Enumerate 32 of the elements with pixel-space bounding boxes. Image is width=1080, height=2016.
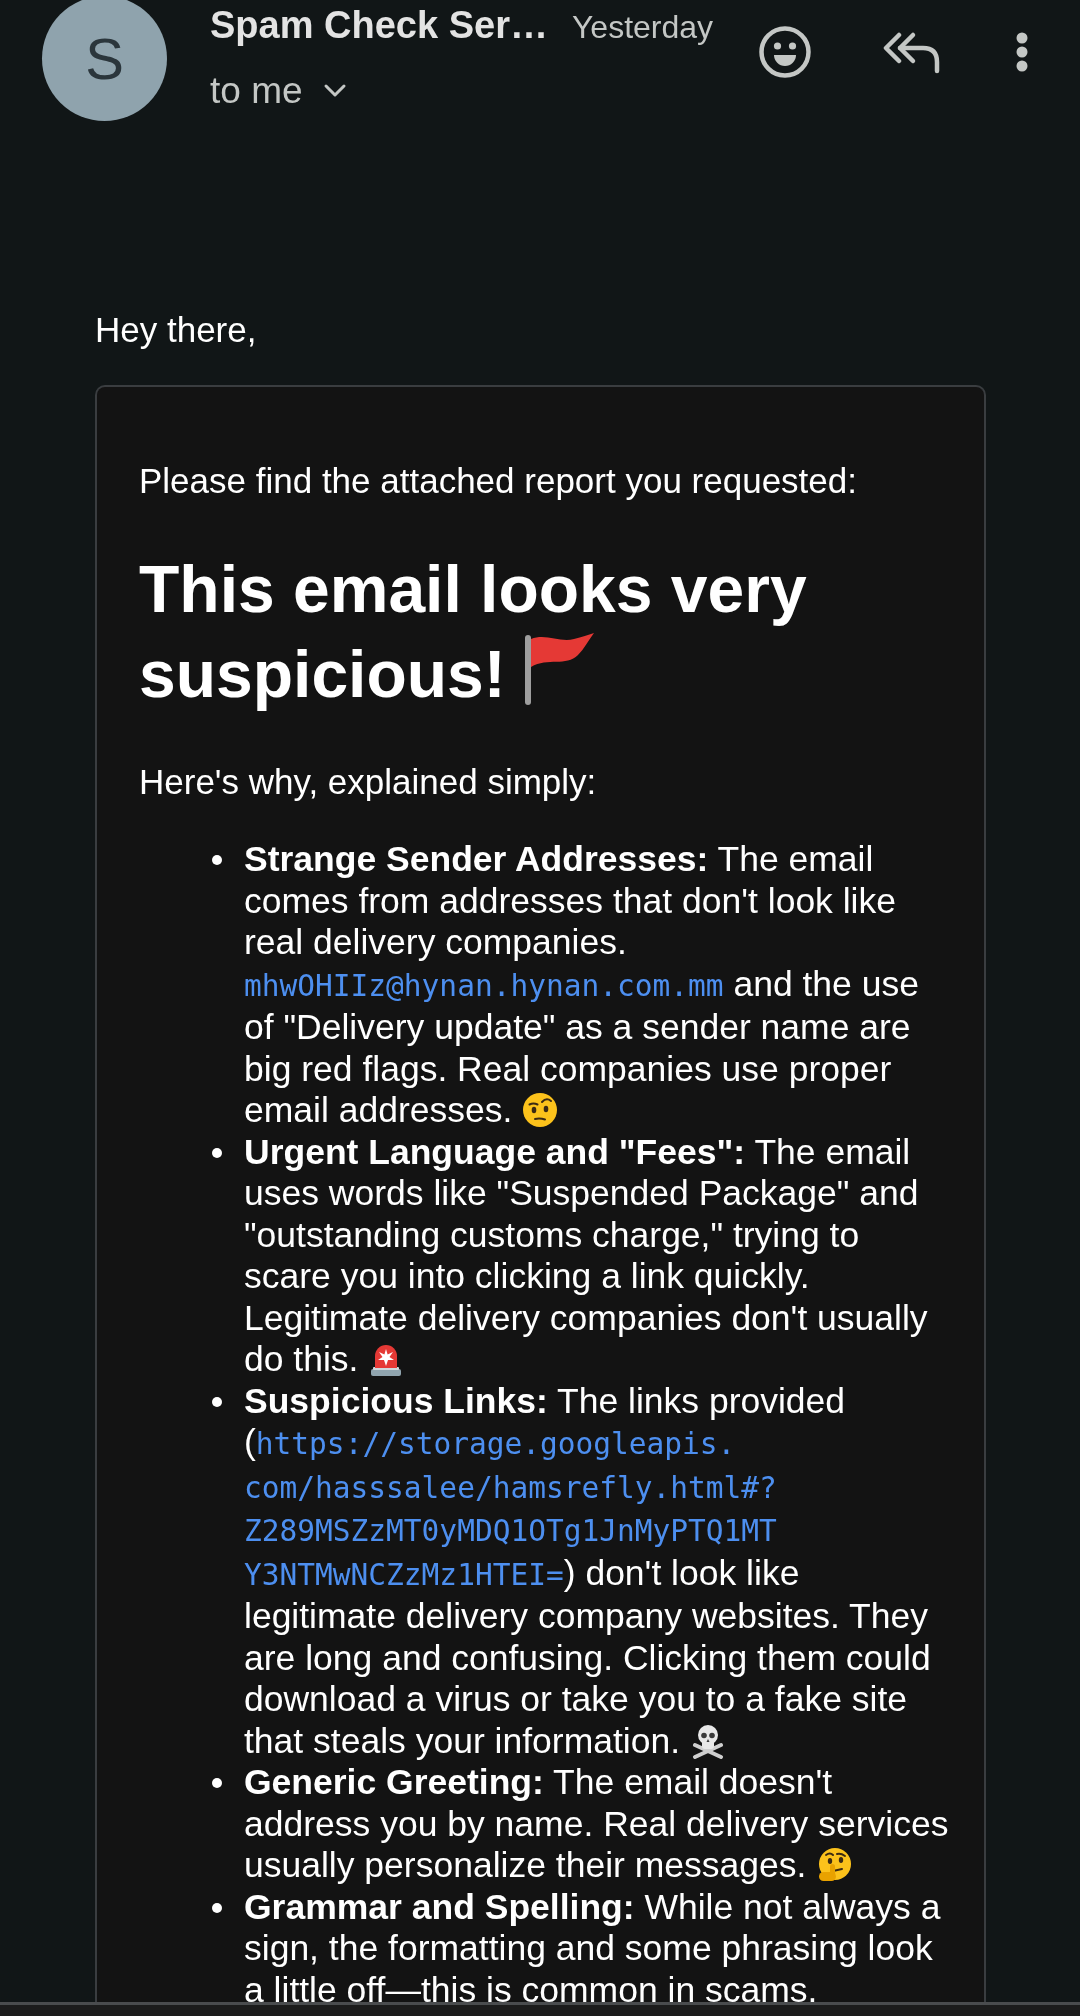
timestamp: Yesterday [571, 8, 714, 47]
reason-text: Urgent Language and "Fees": The email uses words like "Suspended Package" and "outstanding customs charge," trying to scare you into clicking a link quickly. Legitimate delivery companies don't usually do this. [244, 1131, 929, 1381]
reason-text: Generic Greeting: The email doesn't address you by name. Real delivery services usually personalize their messages. [244, 1762, 950, 1887]
recipients-toggle[interactable]: to me [210, 69, 347, 113]
bullet-icon [212, 1778, 222, 1788]
more-options-button[interactable] [1016, 32, 1028, 72]
bullet-icon [212, 855, 222, 865]
smiley-icon [759, 26, 811, 78]
chevron-down-icon [322, 83, 347, 99]
lead-text: Here's why, explained simply: [139, 761, 598, 803]
email-link[interactable]: mhwOHIIz@hynan.hynan.com.mm [244, 968, 724, 1003]
sender-name: Spam Check Ser… [210, 3, 548, 47]
react-button[interactable] [759, 26, 811, 78]
report-heading: This email looks very suspicious! [139, 551, 808, 713]
bullet-icon [212, 1902, 222, 1913]
url-link[interactable]: com/hasssalee/hamsrefly.html#? [244, 1470, 777, 1505]
reply-all-button[interactable] [883, 30, 941, 74]
reason-text: Strange Sender Addresses: The email comes from addresses that don't look like real delivery companies. mhwOHIIz@hynan.hynan.com.mm and the use of "Delivery update" as a sender name are big red flags. Real companies use proper email addresses. [244, 839, 920, 1132]
url-link[interactable]: https://storage.googleapis. [255, 1427, 736, 1461]
reason-text: Suspicious Links: The links provided (https://storage.googleapis. com/hasssalee/hamsrefly.html#? Z289MSZzMT0yMDQ1OTg1JnMyPTQ1MT Y3NTMwNCZzMz1HTEI=) don't look like legitimate delivery company websites. They are long and confusing. Clicking them could download a virus or take you to a fake site that steals your information. [244, 1380, 932, 1762]
bullet-icon [212, 1396, 222, 1407]
reply-all-icon [883, 30, 941, 74]
more-vert-icon [1016, 32, 1028, 72]
bullet-icon [212, 1147, 222, 1158]
greeting-text: Hey there, [95, 309, 257, 351]
reason-text: Grammar and Spelling: While not always a sign, the formatting and some phrasing look a little off—this is common in scams. [244, 1886, 942, 2002]
raised-eyebrow-face-icon [522, 1092, 559, 1128]
avatar: S [42, 0, 167, 121]
thinking-face-icon [816, 1847, 853, 1883]
url-link[interactable]: Y3NTMwNCZzMz1HTEI= [244, 1557, 564, 1592]
intro-text: Please find the attached report you requested: [139, 460, 858, 502]
url-link[interactable]: Z289MSZzMT0yMDQ1OTg1JnMyPTQ1MT [244, 1514, 777, 1548]
